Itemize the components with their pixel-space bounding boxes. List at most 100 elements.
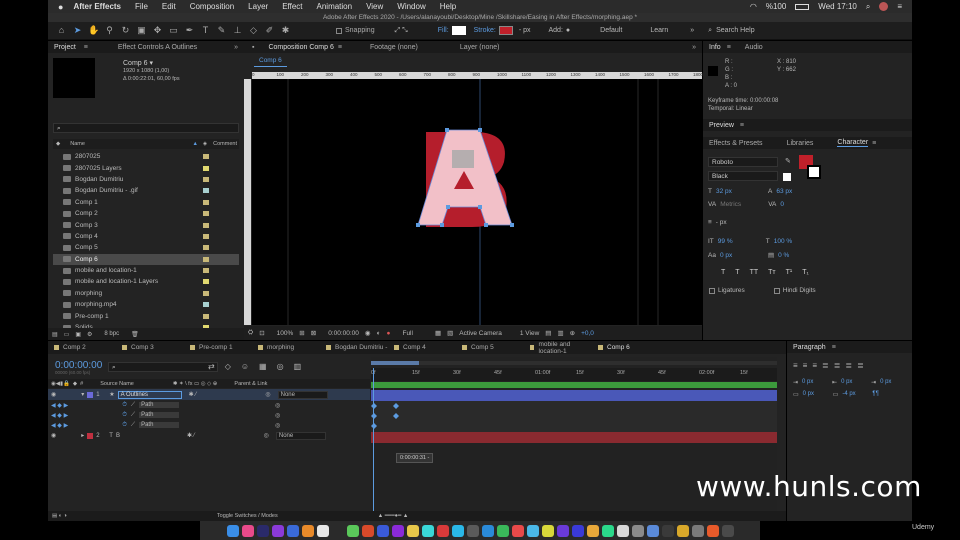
align-center-button[interactable]: ≡ <box>803 361 808 370</box>
dock-app-icon[interactable] <box>301 524 314 537</box>
resolution-select[interactable]: Full <box>402 330 412 337</box>
label-swatch[interactable] <box>203 165 209 171</box>
keyframe-nav-icon[interactable]: ◀ ◆ ▶ <box>51 422 68 429</box>
shy-icon[interactable]: ☺ <box>241 362 249 371</box>
dock-app-icon[interactable] <box>601 524 614 537</box>
tab-audio[interactable]: Audio <box>745 44 763 51</box>
dock-app-icon[interactable] <box>646 524 659 537</box>
new-comp-icon[interactable]: ▣ <box>75 331 81 338</box>
toggle-switches-modes[interactable]: Toggle Switches / Modes <box>217 513 278 519</box>
label-swatch[interactable] <box>203 245 209 251</box>
search-icon[interactable]: ⌕ <box>866 2 870 12</box>
graph-icon[interactable]: ⟋ <box>131 422 135 429</box>
label-swatch[interactable] <box>203 279 209 285</box>
expand-icon[interactable]: » <box>692 44 696 51</box>
path-pickwhip-icon[interactable]: ◎ <box>275 412 280 419</box>
layer-row[interactable]: ◉ ▾ 1 ★ A Outlines ✱ ⁄ ◎ None <box>48 389 370 400</box>
align-right-button[interactable]: ≡ <box>812 361 817 370</box>
label-swatch[interactable] <box>203 302 209 308</box>
pickwhip-icon[interactable]: ◎ <box>264 432 269 439</box>
dock-app-icon[interactable] <box>676 524 689 537</box>
region-icon[interactable]: ⊠ <box>311 329 316 337</box>
camera-select[interactable]: Active Camera <box>459 330 502 337</box>
label-swatch[interactable] <box>203 154 209 160</box>
tab-composition[interactable]: Composition Comp 6 <box>268 44 333 51</box>
align-left-button[interactable]: ≡ <box>793 361 798 370</box>
menu-layer[interactable]: Layer <box>248 2 268 11</box>
3d-icon[interactable]: ▧ <box>447 329 453 337</box>
tab-preview[interactable]: Preview <box>709 122 734 129</box>
zoom-slider[interactable]: ▲ ━━━●━ ▲ <box>378 513 409 519</box>
selection-tool-icon[interactable]: ➤ <box>72 25 83 36</box>
dock-app-icon[interactable] <box>421 524 434 537</box>
eye-icon[interactable]: ◉ <box>51 391 56 398</box>
timeline-tab[interactable]: morphing <box>258 344 322 351</box>
work-area-bar[interactable] <box>371 361 777 365</box>
settings-icon[interactable]: ⚙ <box>87 331 92 338</box>
channel-icon[interactable]: ● <box>387 330 391 337</box>
leading[interactable]: 63 px <box>776 188 792 195</box>
expand-arrow-icon[interactable]: ▾ <box>81 391 84 398</box>
label-swatch[interactable] <box>203 222 209 228</box>
playhead[interactable] <box>373 368 374 521</box>
project-item[interactable]: mobile and location-1 <box>53 265 239 276</box>
dock-app-icon[interactable] <box>466 524 479 537</box>
snap-options-icon[interactable]: ⤢ ⤡ <box>395 27 408 35</box>
transparency-icon[interactable]: ▦ <box>435 329 441 337</box>
space-after[interactable]: -4 px <box>842 391 868 398</box>
graph-icon[interactable]: ⟋ <box>131 402 135 409</box>
add-icon[interactable]: ● <box>566 27 570 34</box>
sort-icon[interactable]: ▲ <box>192 141 197 147</box>
stroke-color-swatch[interactable] <box>807 165 821 179</box>
tab-libraries[interactable]: Libraries <box>787 140 814 147</box>
justify-all-button[interactable]: ≣ <box>857 361 864 370</box>
font-family-select[interactable]: Roboto <box>708 157 778 167</box>
eraser-tool-icon[interactable]: ◇ <box>248 25 259 36</box>
time-ruler[interactable]: 0f15f30f45f01:00f15f30f45f02:00f15f <box>371 368 777 381</box>
fill-swatch[interactable] <box>451 26 466 35</box>
project-item[interactable]: mobile and location-1 Layers <box>53 276 239 287</box>
path-row[interactable]: ◀ ◆ ▶ ⏱ ⟋ Path ◎ <box>48 420 370 430</box>
menu-composition[interactable]: Composition <box>190 2 234 11</box>
timeline-search-input[interactable]: ⌕ <box>108 362 218 372</box>
render-icon[interactable]: ▥ <box>557 329 563 337</box>
subscript-button[interactable]: T₁ <box>802 269 809 276</box>
baseline-shift[interactable]: 0 px <box>720 252 764 259</box>
layer-switches-icon[interactable]: ▤ ◐ ◑ <box>52 513 67 519</box>
thumb-name[interactable]: Comp 6 ▾ <box>123 59 153 67</box>
rtl-icon[interactable]: ¶¶ <box>872 391 878 398</box>
timeline-tab[interactable]: Comp 4 <box>394 344 458 351</box>
stroke-swatch[interactable] <box>498 26 513 35</box>
menu-file[interactable]: File <box>135 2 148 11</box>
reset-exposure-icon[interactable]: ⊕ <box>570 329 575 337</box>
grid-icon[interactable]: ▤ <box>545 329 551 337</box>
faux-bold-button[interactable]: T <box>721 269 725 276</box>
rectangle-tool-icon[interactable]: ▭ <box>168 25 179 36</box>
stroke-width-value[interactable]: - px <box>716 219 764 226</box>
zoom-select[interactable]: 100% <box>277 330 294 337</box>
dock-app-icon[interactable] <box>391 524 404 537</box>
dock-app-icon[interactable] <box>496 524 509 537</box>
mask-icon[interactable]: ⊡ <box>259 329 264 337</box>
font-style-select[interactable]: Black <box>708 171 778 181</box>
dock-app-icon[interactable] <box>436 524 449 537</box>
pickwhip-icon[interactable]: ◎ <box>265 391 270 398</box>
project-item[interactable]: Comp 4 <box>53 231 239 242</box>
frame-blending-icon[interactable]: ▦ <box>259 362 267 371</box>
font-size[interactable]: 32 px <box>716 188 764 195</box>
home-icon[interactable]: ⌂ <box>56 25 67 36</box>
dock-app-icon[interactable] <box>331 524 344 537</box>
dock-app-icon[interactable] <box>241 524 254 537</box>
path-pickwhip-icon[interactable]: ◎ <box>275 402 280 409</box>
view-layout-select[interactable]: 1 View <box>520 330 539 337</box>
draft-3d-icon[interactable]: ◇ <box>225 362 231 371</box>
panel-menu-icon[interactable]: ≡ <box>727 44 731 51</box>
timeline-tab[interactable]: Comp 2 <box>54 344 118 351</box>
workspace-menu-icon[interactable]: » <box>690 27 694 34</box>
comp-breadcrumb[interactable]: Comp 6 <box>254 57 287 67</box>
dock-app-icon[interactable] <box>721 524 734 537</box>
label-swatch[interactable] <box>203 211 209 217</box>
app-menu[interactable]: After Effects <box>73 2 121 11</box>
project-search-input[interactable]: ⌕ <box>53 123 239 133</box>
panel-menu-icon[interactable]: ≡ <box>872 140 876 147</box>
